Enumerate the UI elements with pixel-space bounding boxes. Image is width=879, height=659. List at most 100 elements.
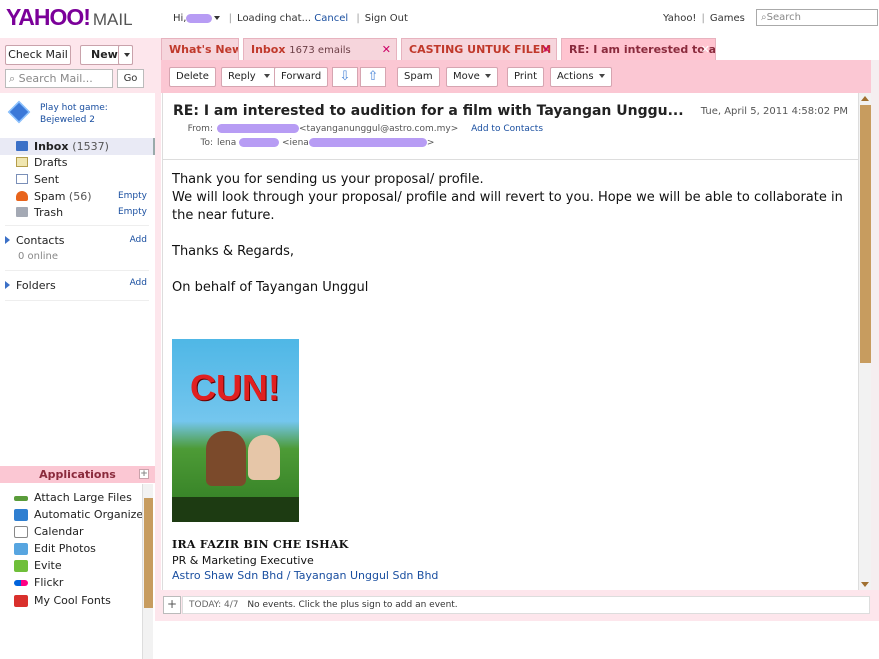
forward-button[interactable]: Forward (274, 67, 329, 87)
inbox-icon (16, 141, 28, 151)
logo-yahoo-text: YAHOO! (6, 4, 91, 30)
message-pane: RE: I am interested to audition for a fi… (162, 93, 859, 590)
add-folder-link[interactable]: Add (130, 278, 147, 288)
contacts-section[interactable]: Contacts (5, 234, 65, 247)
header-divider (163, 159, 859, 160)
to-email-prefix: <iena (282, 138, 309, 148)
calendar-icon (14, 526, 28, 538)
app-flickr[interactable]: Flickr (14, 576, 63, 589)
yahoo-link[interactable]: Yahoo! (663, 13, 696, 24)
app-calendar[interactable]: Calendar (14, 525, 83, 538)
cancel-chat-link[interactable]: Cancel (314, 13, 348, 24)
new-dropdown-button[interactable] (118, 45, 133, 65)
body-blank (172, 261, 852, 279)
applications-header[interactable]: Applications + (0, 466, 155, 483)
tab-label: Inbox (251, 43, 286, 56)
body-blank (172, 225, 852, 243)
signature-title: PR & Marketing Executive (172, 554, 314, 567)
applications-label: Applications (39, 468, 116, 481)
user-greeting: Hi, | Loading chat... Cancel | Sign Out (173, 13, 408, 24)
to-label: To: (200, 138, 213, 148)
redacted-recipient-name (239, 138, 280, 147)
app-automatic-organizer[interactable]: Automatic Organizer (14, 508, 148, 521)
app-edit-photos[interactable]: Edit Photos (14, 542, 96, 555)
delete-button[interactable]: Delete (169, 67, 216, 87)
chevron-down-icon (598, 74, 605, 78)
paper-plane-icon (14, 496, 28, 501)
add-event-plus-icon[interactable]: + (163, 596, 181, 614)
tab-count: 1673 emails (289, 45, 351, 56)
signature-company: Astro Shaw Sdn Bhd / Tayangan Unggul Sdn… (172, 569, 439, 582)
top-bar: YAHOO! MAIL Hi, | Loading chat... Cancel |… (0, 0, 879, 36)
scroll-thumb[interactable] (860, 105, 871, 363)
folders-label: Folders (16, 279, 56, 292)
top-links: Yahoo! | Games (663, 13, 745, 24)
sidebar-actions: Check Mail New ⌕ Search Mail... Go (0, 38, 155, 93)
message-scrollbar[interactable] (858, 93, 871, 590)
print-button[interactable]: Print (507, 67, 545, 87)
tab-inbox[interactable]: Inbox 1673 emails ✕ (243, 38, 397, 60)
go-button[interactable]: Go (117, 69, 144, 88)
chevron-down-icon (484, 74, 491, 78)
move-button[interactable]: Move (446, 67, 498, 87)
apps-scrollbar[interactable] (142, 484, 153, 659)
folder-name: Trash (34, 206, 64, 219)
app-label: Calendar (34, 525, 84, 538)
body-line: On behalf of Tayangan Unggul (172, 280, 369, 295)
search-mail-input[interactable]: ⌕ Search Mail... (5, 69, 113, 88)
close-icon[interactable]: ✕ (542, 43, 551, 56)
folder-drafts[interactable]: Drafts (0, 154, 155, 171)
plus-icon[interactable]: + (139, 469, 149, 479)
poster-figure (248, 435, 280, 480)
tab-whats-new[interactable]: What's New (161, 38, 239, 60)
contacts-label: Contacts (16, 234, 65, 247)
games-link[interactable]: Games (710, 13, 745, 24)
close-icon[interactable]: ✕ (701, 43, 710, 56)
spam-flame-icon (16, 191, 28, 201)
folder-sent[interactable]: Sent (0, 171, 155, 188)
top-search-input[interactable]: ⌕Search (756, 9, 878, 26)
empty-trash-link[interactable]: Empty (118, 207, 147, 217)
folder-trash[interactable]: Trash Empty (0, 204, 155, 221)
move-label: Move (453, 71, 480, 82)
search-icon: ⌕ (9, 72, 19, 85)
right-panel-strip (871, 60, 879, 590)
promo-line1: Play hot game: (40, 103, 108, 113)
empty-spam-link[interactable]: Empty (118, 191, 147, 201)
sidebar-splitter[interactable] (155, 38, 161, 621)
body-line: We will look through your proposal/ prof… (172, 190, 843, 223)
folder-name: Spam (34, 190, 66, 203)
close-icon[interactable]: ✕ (382, 43, 391, 56)
scroll-thumb[interactable] (144, 498, 153, 608)
to-name: lena (217, 138, 237, 148)
scroll-down-arrow-icon[interactable] (861, 582, 869, 587)
reply-button[interactable]: Reply (221, 67, 277, 87)
actions-button[interactable]: Actions (550, 67, 612, 87)
add-to-contacts-link[interactable]: Add to Contacts (471, 124, 543, 134)
folder-inbox[interactable]: Inbox (1537) (0, 138, 155, 155)
separator: | (701, 13, 705, 24)
app-evite[interactable]: Evite (14, 559, 62, 572)
app-attach-large-files[interactable]: Attach Large Files (14, 491, 132, 504)
spam-button[interactable]: Spam (397, 67, 440, 87)
redacted-recipient-email (308, 138, 427, 147)
body-line: Thank you for sending us your proposal/ … (172, 172, 484, 187)
tab-casting[interactable]: CASTING UNTUK FILEM ' ✕ (401, 38, 557, 60)
scroll-up-arrow-icon[interactable] (861, 96, 869, 101)
tab-label: CASTING UNTUK FILEM ' (409, 43, 557, 56)
next-message-down-icon[interactable]: ⇩ (332, 67, 358, 87)
tab-current-message[interactable]: RE: I am interested to a ✕ (561, 38, 716, 60)
chevron-down-icon[interactable] (214, 16, 221, 20)
signature-name: IRA FAZIR BIN CHE ISHAK (172, 538, 349, 551)
add-contact-link[interactable]: Add (130, 235, 147, 245)
movie-poster-image[interactable]: CUN! (172, 339, 299, 522)
promo-bejeweled[interactable]: Play hot game: Bejeweled 2 (7, 99, 153, 127)
yahoo-mail-logo[interactable]: YAHOO! MAIL (6, 4, 133, 31)
folder-spam[interactable]: Spam (56) Empty (0, 188, 155, 205)
sign-out-link[interactable]: Sign Out (365, 13, 408, 24)
previous-message-up-icon[interactable]: ⇧ (360, 67, 386, 87)
app-my-cool-fonts[interactable]: My Cool Fonts (14, 594, 111, 607)
check-mail-button[interactable]: Check Mail (5, 45, 71, 65)
folders-section[interactable]: Folders (5, 279, 56, 292)
chevron-down-icon[interactable] (263, 74, 270, 78)
